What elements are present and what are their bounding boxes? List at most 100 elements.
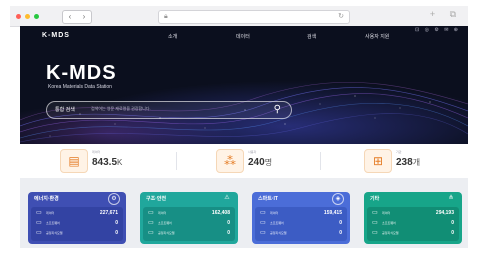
divider [176, 152, 177, 170]
history-nav: ‹ › [62, 10, 92, 24]
row-label: 데이터 [382, 211, 391, 215]
card-header: 에너지·환경 ⚙ [28, 192, 126, 205]
card-body: ▭ 데이터 159,415 ▭ 소프트웨어 0 ▭ 공정지식모델 0 [255, 207, 347, 241]
card-title: 에너지·환경 [34, 196, 59, 202]
search-input[interactable]: 검색어는 영문 재료명을 권장합니다. [91, 106, 151, 112]
model-icon: ▭ [260, 230, 266, 236]
row-value: 0 [339, 220, 342, 226]
hero-banner: K-MDS 소개 데이터 검색 사용자 지원 ⊡ ◎ ⚙ ✉ ⊕ K-MDS K… [20, 26, 468, 144]
browser-actions[interactable]: + ⧉ [430, 9, 462, 20]
database-icon: ▤ [60, 149, 88, 173]
card-body: ▭ 데이터 162,408 ▭ 소프트웨어 0 ▭ 공정지식모델 0 [143, 207, 235, 241]
search-scope-select[interactable]: 통합 검색 [55, 106, 75, 113]
row-label: 데이터 [158, 211, 167, 215]
stat-label: 사용자 [248, 150, 257, 154]
card-title: 구조·안전 [146, 196, 167, 202]
row-value: 294,193 [435, 210, 454, 216]
stat-users: ⁂ 사용자 240명 [216, 148, 306, 174]
hero-subtitle: Korea Materials Data Station [48, 84, 112, 90]
database-icon: ▭ [148, 210, 154, 216]
search-bar: 통합 검색 검색어는 영문 재료명을 권장합니다. ⚲ [46, 101, 292, 119]
category-card-smart-it[interactable]: 스마트·IT ◈ ▭ 데이터 159,415 ▭ 소프트웨어 0 ▭ 공정지식모델 0 [252, 192, 350, 244]
row-label: 소프트웨어 [46, 221, 60, 225]
software-icon: ▭ [36, 220, 42, 226]
stat-value: 240명 [248, 157, 273, 168]
search-icon[interactable]: ⚲ [274, 102, 281, 118]
card-row-data[interactable]: ▭ 데이터 162,408 [148, 209, 230, 217]
stat-orgs: ⊞ 기관 238개 [364, 148, 454, 174]
row-value: 0 [115, 230, 118, 236]
card-row-software[interactable]: ▭ 소프트웨어 0 [36, 219, 118, 227]
minimize-window-button[interactable] [25, 14, 30, 19]
row-value: 0 [227, 230, 230, 236]
category-card-structure[interactable]: 구조·안전 ⚠ ▭ 데이터 162,408 ▭ 소프트웨어 0 ▭ 공정지식모델 0 [140, 192, 238, 244]
address-bar[interactable]: 🔒︎ ↻ [158, 10, 350, 24]
org-chart-icon: ⊞ [364, 149, 392, 173]
row-value: 162,408 [211, 210, 230, 216]
card-header: 기타 ⋔ [364, 192, 462, 205]
software-icon: ▭ [372, 220, 378, 226]
nav-item-support[interactable]: 사용자 지원 [365, 33, 389, 40]
share-icon: ⋔ [448, 195, 454, 201]
card-row-software[interactable]: ▭ 소프트웨어 0 [372, 219, 454, 227]
row-label: 소프트웨어 [158, 221, 172, 225]
card-row-model[interactable]: ▭ 공정지식모델 0 [260, 229, 342, 237]
stats-bar: ▤ 데이터 843.5K ⁂ 사용자 240명 ⊞ 기관 238개 [20, 144, 468, 179]
browser-window: ‹ › 🔒︎ ↻ + ⧉ K-MDS 소개 데이터 검색 사용자 지원 ⊡ ◎ … [0, 0, 477, 258]
row-value: 159,415 [323, 210, 342, 216]
forward-button[interactable]: › [83, 13, 86, 21]
database-icon: ▭ [372, 210, 378, 216]
card-row-model[interactable]: ▭ 공정지식모델 0 [148, 229, 230, 237]
lock-icon: 🔒︎ [164, 13, 168, 20]
card-row-software[interactable]: ▭ 소프트웨어 0 [260, 219, 342, 227]
card-body: ▭ 데이터 294,193 ▭ 소프트웨어 0 ▭ 공정지식모델 0 [367, 207, 459, 241]
row-label: 공정지식모델 [270, 231, 287, 235]
close-window-button[interactable] [16, 14, 21, 19]
row-value: 0 [227, 220, 230, 226]
row-label: 소프트웨어 [270, 221, 284, 225]
card-row-data[interactable]: ▭ 데이터 227,671 [36, 209, 118, 217]
card-row-model[interactable]: ▭ 공정지식모델 0 [372, 229, 454, 237]
nav-item-data[interactable]: 데이터 [236, 33, 250, 40]
nav-item-about[interactable]: 소개 [168, 33, 177, 40]
software-icon: ▭ [148, 220, 154, 226]
warning-icon: ⚠ [224, 195, 230, 201]
row-label: 데이터 [270, 211, 279, 215]
card-body: ▭ 데이터 227,671 ▭ 소프트웨어 0 ▭ 공정지식모델 0 [31, 207, 123, 241]
gear-icon: ⚙ [108, 193, 120, 205]
card-title: 스마트·IT [258, 196, 278, 202]
card-row-model[interactable]: ▭ 공정지식모델 0 [36, 229, 118, 237]
row-value: 0 [115, 220, 118, 226]
row-label: 공정지식모델 [158, 231, 175, 235]
row-label: 공정지식모델 [46, 231, 63, 235]
stat-value: 843.5K [92, 157, 123, 168]
maximize-window-button[interactable] [34, 14, 39, 19]
site-logo[interactable]: K-MDS [42, 32, 70, 39]
category-section: 에너지·환경 ⚙ ▭ 데이터 227,671 ▭ 소프트웨어 0 ▭ 공정지식모델 0 구조… [20, 178, 468, 248]
stat-value: 238개 [396, 157, 421, 168]
reload-icon[interactable]: ↻ [338, 11, 344, 23]
divider [320, 152, 321, 170]
card-row-software[interactable]: ▭ 소프트웨어 0 [148, 219, 230, 227]
stat-label: 데이터 [92, 150, 101, 154]
card-title: 기타 [370, 196, 380, 202]
chip-icon: ◈ [332, 193, 344, 205]
stat-data: ▤ 데이터 843.5K [60, 148, 150, 174]
row-label: 데이터 [46, 211, 55, 215]
nav-item-search[interactable]: 검색 [307, 33, 316, 40]
card-row-data[interactable]: ▭ 데이터 294,193 [372, 209, 454, 217]
row-label: 공정지식모델 [382, 231, 399, 235]
model-icon: ▭ [36, 230, 42, 236]
row-value: 0 [451, 220, 454, 226]
card-row-data[interactable]: ▭ 데이터 159,415 [260, 209, 342, 217]
category-card-energy[interactable]: 에너지·환경 ⚙ ▭ 데이터 227,671 ▭ 소프트웨어 0 ▭ 공정지식모델 0 [28, 192, 126, 244]
browser-toolbar: ‹ › 🔒︎ ↻ + ⧉ [10, 6, 468, 27]
category-card-other[interactable]: 기타 ⋔ ▭ 데이터 294,193 ▭ 소프트웨어 0 ▭ 공정지식모델 0 [364, 192, 462, 244]
database-icon: ▭ [260, 210, 266, 216]
back-button[interactable]: ‹ [69, 13, 72, 21]
utility-icons[interactable]: ⊡ ◎ ⚙ ✉ ⊕ [415, 27, 460, 33]
row-value: 0 [339, 230, 342, 236]
database-icon: ▭ [36, 210, 42, 216]
hero-title: K-MDS [46, 62, 117, 84]
model-icon: ▭ [372, 230, 378, 236]
